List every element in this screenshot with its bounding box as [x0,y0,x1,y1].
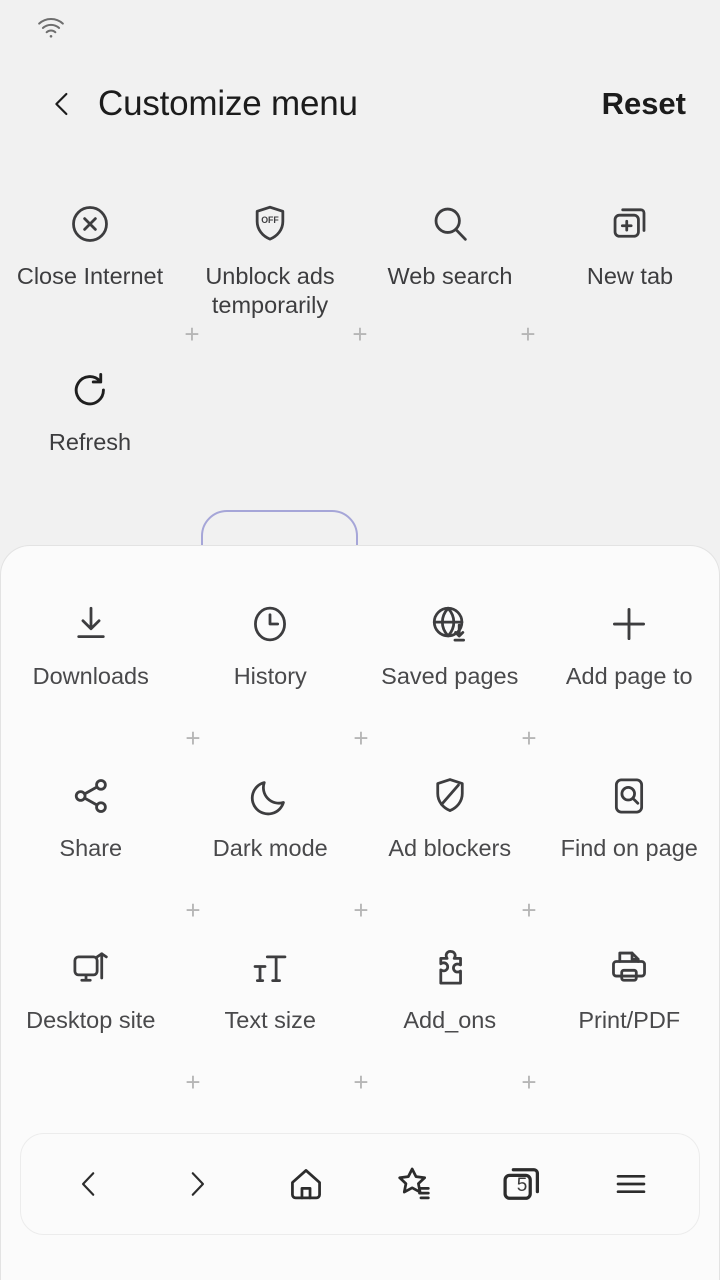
shortcut-label: Web search [364,262,536,291]
shortcut-close-internet[interactable]: Close Internet [0,194,180,320]
shortcut-row-1: Close Internet OFF Unblock ads temporari… [0,194,720,320]
menu-item-dark-mode[interactable]: Dark mode [181,766,361,884]
insertion-plus-icon[interactable]: + [353,1069,368,1095]
insertion-plus-icon[interactable]: + [185,725,200,751]
menu-item-label: Ad blockers [364,834,536,863]
menu-item-label: Text size [184,1006,356,1035]
insertion-plus-icon[interactable]: + [521,1069,536,1095]
toolbar-menu-button[interactable] [588,1148,674,1220]
browser-bottom-toolbar: 5 [20,1133,700,1235]
toolbar-forward-button[interactable] [154,1148,240,1220]
menu-item-label: Desktop site [5,1006,177,1035]
shortcut-label: Close Internet [4,262,176,291]
saved-pages-globe-icon [427,600,473,648]
plus-icon [606,600,652,648]
insertion-plus-icon[interactable]: + [521,725,536,751]
menu-row-3: Desktop site Text size Add_ons [1,938,719,1056]
shortcut-label: Unblock ads temporarily [184,262,356,320]
insertion-plus-icon[interactable]: + [184,321,199,347]
insertion-plus-icon[interactable]: + [352,321,367,347]
svg-text:OFF: OFF [261,215,279,225]
menu-item-add-page-to[interactable]: Add page to [540,594,720,712]
find-on-page-icon [606,772,652,820]
new-tab-icon [607,200,653,248]
share-icon [68,772,114,820]
search-icon [427,200,473,248]
menu-item-add-ons[interactable]: Add_ons [360,938,540,1056]
shortcut-unblock-ads[interactable]: OFF Unblock ads temporarily [180,194,360,320]
shortcut-web-search[interactable]: Web search [360,194,540,320]
download-icon [68,600,114,648]
menu-item-label: Share [5,834,177,863]
menu-item-label: Add_ons [364,1006,536,1035]
refresh-icon [67,366,113,414]
text-size-icon [247,944,293,992]
menu-item-saved-pages[interactable]: Saved pages [360,594,540,712]
menu-item-label: Find on page [543,834,715,863]
moon-icon [247,772,293,820]
shortcut-row-2: Refresh [0,360,720,478]
insertion-plus-icon[interactable]: + [185,1069,200,1095]
shortcut-label: Refresh [4,428,176,457]
menu-item-desktop-site[interactable]: Desktop site [1,938,181,1056]
insertion-plus-icon[interactable]: + [353,725,368,751]
menu-item-label: Add page to [543,662,715,691]
printer-icon [606,944,652,992]
menu-item-text-size[interactable]: Text size [181,938,361,1056]
menu-item-print-pdf[interactable]: Print/PDF [540,938,720,1056]
tabs-icon: 5 [496,1158,548,1210]
insertion-plus-icon[interactable]: + [185,897,200,923]
toolbar-back-button[interactable] [46,1148,132,1220]
shield-slash-icon [427,772,473,820]
close-circle-icon [67,200,113,248]
shortcut-refresh[interactable]: Refresh [0,360,180,478]
menu-item-ad-blockers[interactable]: Ad blockers [360,766,540,884]
wifi-icon [34,13,68,43]
toolbar-bookmarks-button[interactable] [371,1148,457,1220]
customize-menu-screen: Customize menu Reset Close Internet OFF [0,0,720,1280]
menu-item-label: Saved pages [364,662,536,691]
shortcut-label: New tab [544,262,716,291]
reset-button[interactable]: Reset [602,86,686,122]
status-bar [0,0,720,56]
menu-item-label: Dark mode [184,834,356,863]
shortcut-new-tab[interactable]: New tab [540,194,720,320]
page-title: Customize menu [98,84,602,124]
toolbar-tabs-button[interactable]: 5 [479,1148,565,1220]
insertion-plus-icon[interactable]: + [520,321,535,347]
menu-item-label: Print/PDF [543,1006,715,1035]
tab-count-badge: 5 [517,1175,528,1197]
customizable-shortcut-area: Close Internet OFF Unblock ads temporari… [0,152,720,478]
shield-off-icon: OFF [247,200,293,248]
menu-item-history[interactable]: History [181,594,361,712]
puzzle-icon [427,944,473,992]
history-clock-icon [247,600,293,648]
menu-item-downloads[interactable]: Downloads [1,594,181,712]
screen-header: Customize menu Reset [0,56,720,152]
insertion-plus-icon[interactable]: + [353,897,368,923]
back-button[interactable] [40,82,84,126]
menu-row-2: Share Dark mode Ad blockers [1,766,719,884]
toolbar-home-button[interactable] [263,1148,349,1220]
menu-item-share[interactable]: Share [1,766,181,884]
desktop-monitor-icon [68,944,114,992]
insertion-plus-icon[interactable]: + [521,897,536,923]
menu-item-find-on-page[interactable]: Find on page [540,766,720,884]
menu-item-label: Downloads [5,662,177,691]
menu-row-1: Downloads History [1,594,719,712]
menu-item-label: History [184,662,356,691]
